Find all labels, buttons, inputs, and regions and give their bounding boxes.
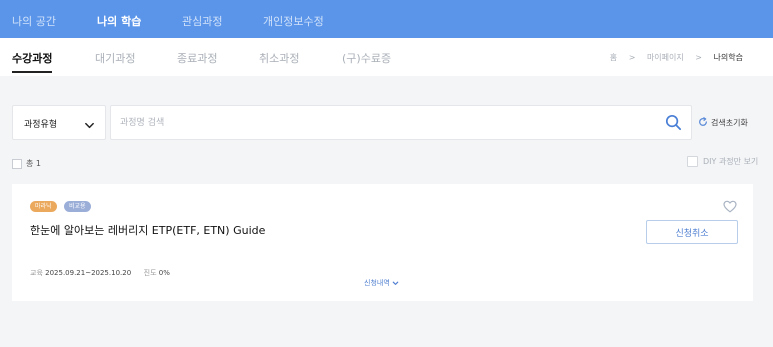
search-input[interactable] [120,115,640,131]
top-nav: 나의 공간 나의 학습 관심과정 개인정보수정 [0,0,773,38]
period-label: 교육 [30,269,43,277]
progress-label: 진도 [143,269,157,277]
tab-cancelled-courses[interactable]: 취소과정 [259,50,299,66]
search-box [110,105,692,140]
refresh-icon [698,117,708,129]
course-title[interactable]: 한눈에 알아보는 레버리지 ETP(ETF, ETN) Guide [30,222,265,238]
course-type-select-label: 과정유형 [24,120,58,130]
tab-enrolled-courses[interactable]: 수강과정 [12,50,53,73]
course-badge: 비교용 [64,201,91,212]
diy-only-label: DIY 과정만 보기 [703,157,759,166]
breadcrumb-home[interactable]: 홈 [610,52,617,63]
breadcrumb-current: 나의학습 [713,53,743,62]
period-value: 2025.09.21~2025.10.20 [45,269,132,277]
nav-item-my-learning[interactable]: 나의 학습 [97,13,141,29]
sub-tab-bar: 수강과정 대기과정 종료과정 취소과정 (구)수료증 홈 > 마이페이지 > 나… [0,38,773,76]
total-count-label: 총 1 [26,159,41,168]
chevron-down-icon [84,116,95,135]
enrollment-history-toggle[interactable]: 신청내역 [364,278,399,288]
tab-old-certificate[interactable]: (구)수료증 [342,50,391,66]
course-card: 마라닉 비교용 한눈에 알아보는 레버리지 ETP(ETF, ETN) Guid… [12,184,753,301]
tab-waiting-courses[interactable]: 대기과정 [95,50,135,66]
search-reset-button[interactable]: 검색초기화 [698,117,748,129]
diy-only-checkbox[interactable] [687,156,698,167]
course-meta: 교육 2025.09.21~2025.10.20 진도 0% [30,268,170,278]
breadcrumb-separator: > [628,53,636,62]
diy-only-toggle[interactable]: DIY 과정만 보기 [687,156,758,167]
search-reset-label: 검색초기화 [711,118,748,128]
nav-item-interest-courses[interactable]: 관심과정 [182,13,222,29]
search-icon[interactable] [665,114,682,135]
cancel-enrollment-button[interactable]: 신청취소 [646,220,738,244]
chevron-down-icon [390,279,399,287]
heart-icon[interactable] [723,198,737,217]
nav-item-my-space[interactable]: 나의 공간 [12,13,56,29]
total-count: 총 1 [12,158,41,169]
breadcrumb-separator: > [695,53,702,62]
enrollment-history-label: 신청내역 [364,279,390,287]
breadcrumb-mypage[interactable]: 마이페이지 [647,52,684,63]
list-icon [12,158,22,169]
course-type-select[interactable]: 과정유형 [12,105,106,140]
breadcrumb: 홈 > 마이페이지 > 나의학습 [610,52,743,63]
tab-finished-courses[interactable]: 종료과정 [177,50,217,66]
nav-item-profile-edit[interactable]: 개인정보수정 [263,13,324,29]
progress-value: 0% [158,269,170,277]
course-badge: 마라닉 [30,201,57,212]
